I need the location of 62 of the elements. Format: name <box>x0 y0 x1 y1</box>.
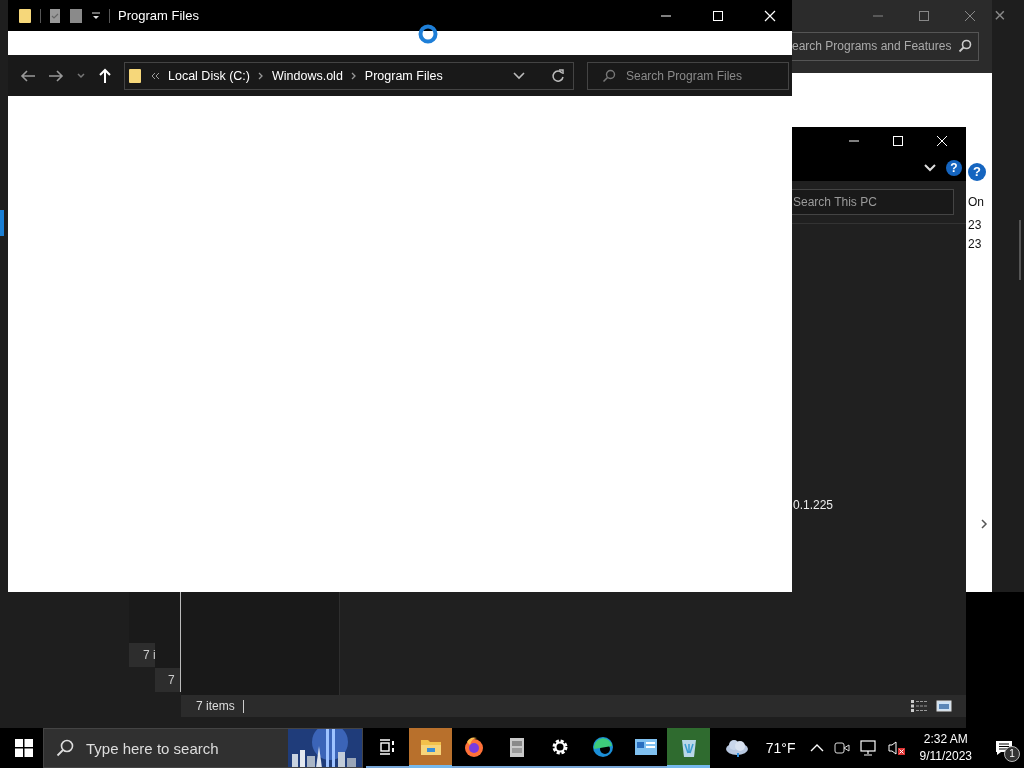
item-count: 7 items <box>195 699 235 713</box>
folder-icon <box>419 737 442 756</box>
chevron-up-icon[interactable] <box>809 743 824 753</box>
clock-time[interactable]: 2:32 AM <box>923 731 968 748</box>
notification-button[interactable]: 1 <box>984 728 1024 768</box>
camera-icon[interactable] <box>833 741 850 755</box>
search-field[interactable]: earch Programs and Features <box>792 31 979 61</box>
cloud-icon[interactable] <box>723 738 750 758</box>
breadcrumb[interactable]: Program Files <box>364 68 443 83</box>
recent-locations-icon[interactable] <box>76 71 86 80</box>
search-icon <box>958 39 972 53</box>
search-field[interactable]: Type here to search <box>43 728 363 768</box>
address-bar[interactable]: Local Disk (C:) Windows.old Program Files <box>124 61 574 90</box>
breadcrumb[interactable]: Windows.old <box>271 68 343 83</box>
back-icon[interactable] <box>20 68 36 83</box>
dropdown-icon[interactable] <box>513 71 525 80</box>
search-icon <box>602 68 616 83</box>
search-input[interactable]: Search This PC <box>792 195 953 209</box>
search-field[interactable]: Search This PC <box>792 189 954 215</box>
volume-icon[interactable] <box>887 740 906 756</box>
details-view-icon[interactable] <box>910 699 928 713</box>
file-detail-text: 0.1.225 <box>793 498 834 512</box>
scrollbar-thumb[interactable] <box>1019 220 1021 280</box>
browser-icon <box>591 736 614 758</box>
new-folder-icon[interactable] <box>69 7 83 24</box>
help-icon[interactable]: ? <box>968 163 986 181</box>
dropdown-icon[interactable] <box>91 10 101 21</box>
clock-date[interactable]: 9/11/2023 <box>919 748 972 765</box>
search-field[interactable]: Search Program Files <box>587 61 789 90</box>
chevron-down-icon[interactable] <box>924 164 936 172</box>
folder-icon <box>18 7 32 24</box>
task-view-icon <box>378 738 397 756</box>
control-panel-icon <box>633 738 658 756</box>
chevron-right-icon[interactable] <box>980 519 988 529</box>
close-icon[interactable]: × <box>994 5 1006 25</box>
properties-icon[interactable] <box>49 7 61 24</box>
overflow-chevron-icon[interactable] <box>150 71 160 80</box>
up-icon[interactable] <box>98 67 112 84</box>
breadcrumb-separator-icon[interactable] <box>350 71 357 80</box>
notification-count: 1 <box>1004 746 1020 762</box>
refresh-icon[interactable] <box>551 68 565 83</box>
column-header[interactable]: On <box>968 195 984 209</box>
search-input[interactable]: Search Program Files <box>626 68 788 83</box>
breadcrumb[interactable]: Local Disk (C:) <box>168 68 250 83</box>
large-icons-view-icon[interactable] <box>936 699 952 713</box>
breadcrumb-separator-icon[interactable] <box>257 71 264 80</box>
table-cell: 23 <box>968 218 982 232</box>
folder-icon <box>128 67 142 84</box>
weather-temperature[interactable]: 71°F <box>765 740 796 756</box>
window-edge-marker <box>0 210 4 236</box>
search-icon <box>56 739 74 757</box>
window-title: Program Files <box>118 8 199 23</box>
status-bar: 7 i <box>129 643 155 667</box>
forward-icon[interactable] <box>48 68 64 83</box>
search-input[interactable]: Type here to search <box>86 739 276 757</box>
network-icon[interactable] <box>859 740 878 756</box>
start-icon[interactable] <box>15 739 33 757</box>
table-cell: 23 <box>968 237 982 251</box>
cabinet-icon <box>507 736 526 758</box>
browser-globe-icon <box>462 736 485 758</box>
status-bar: 7 <box>155 668 180 692</box>
help-icon[interactable]: ? <box>946 160 962 176</box>
